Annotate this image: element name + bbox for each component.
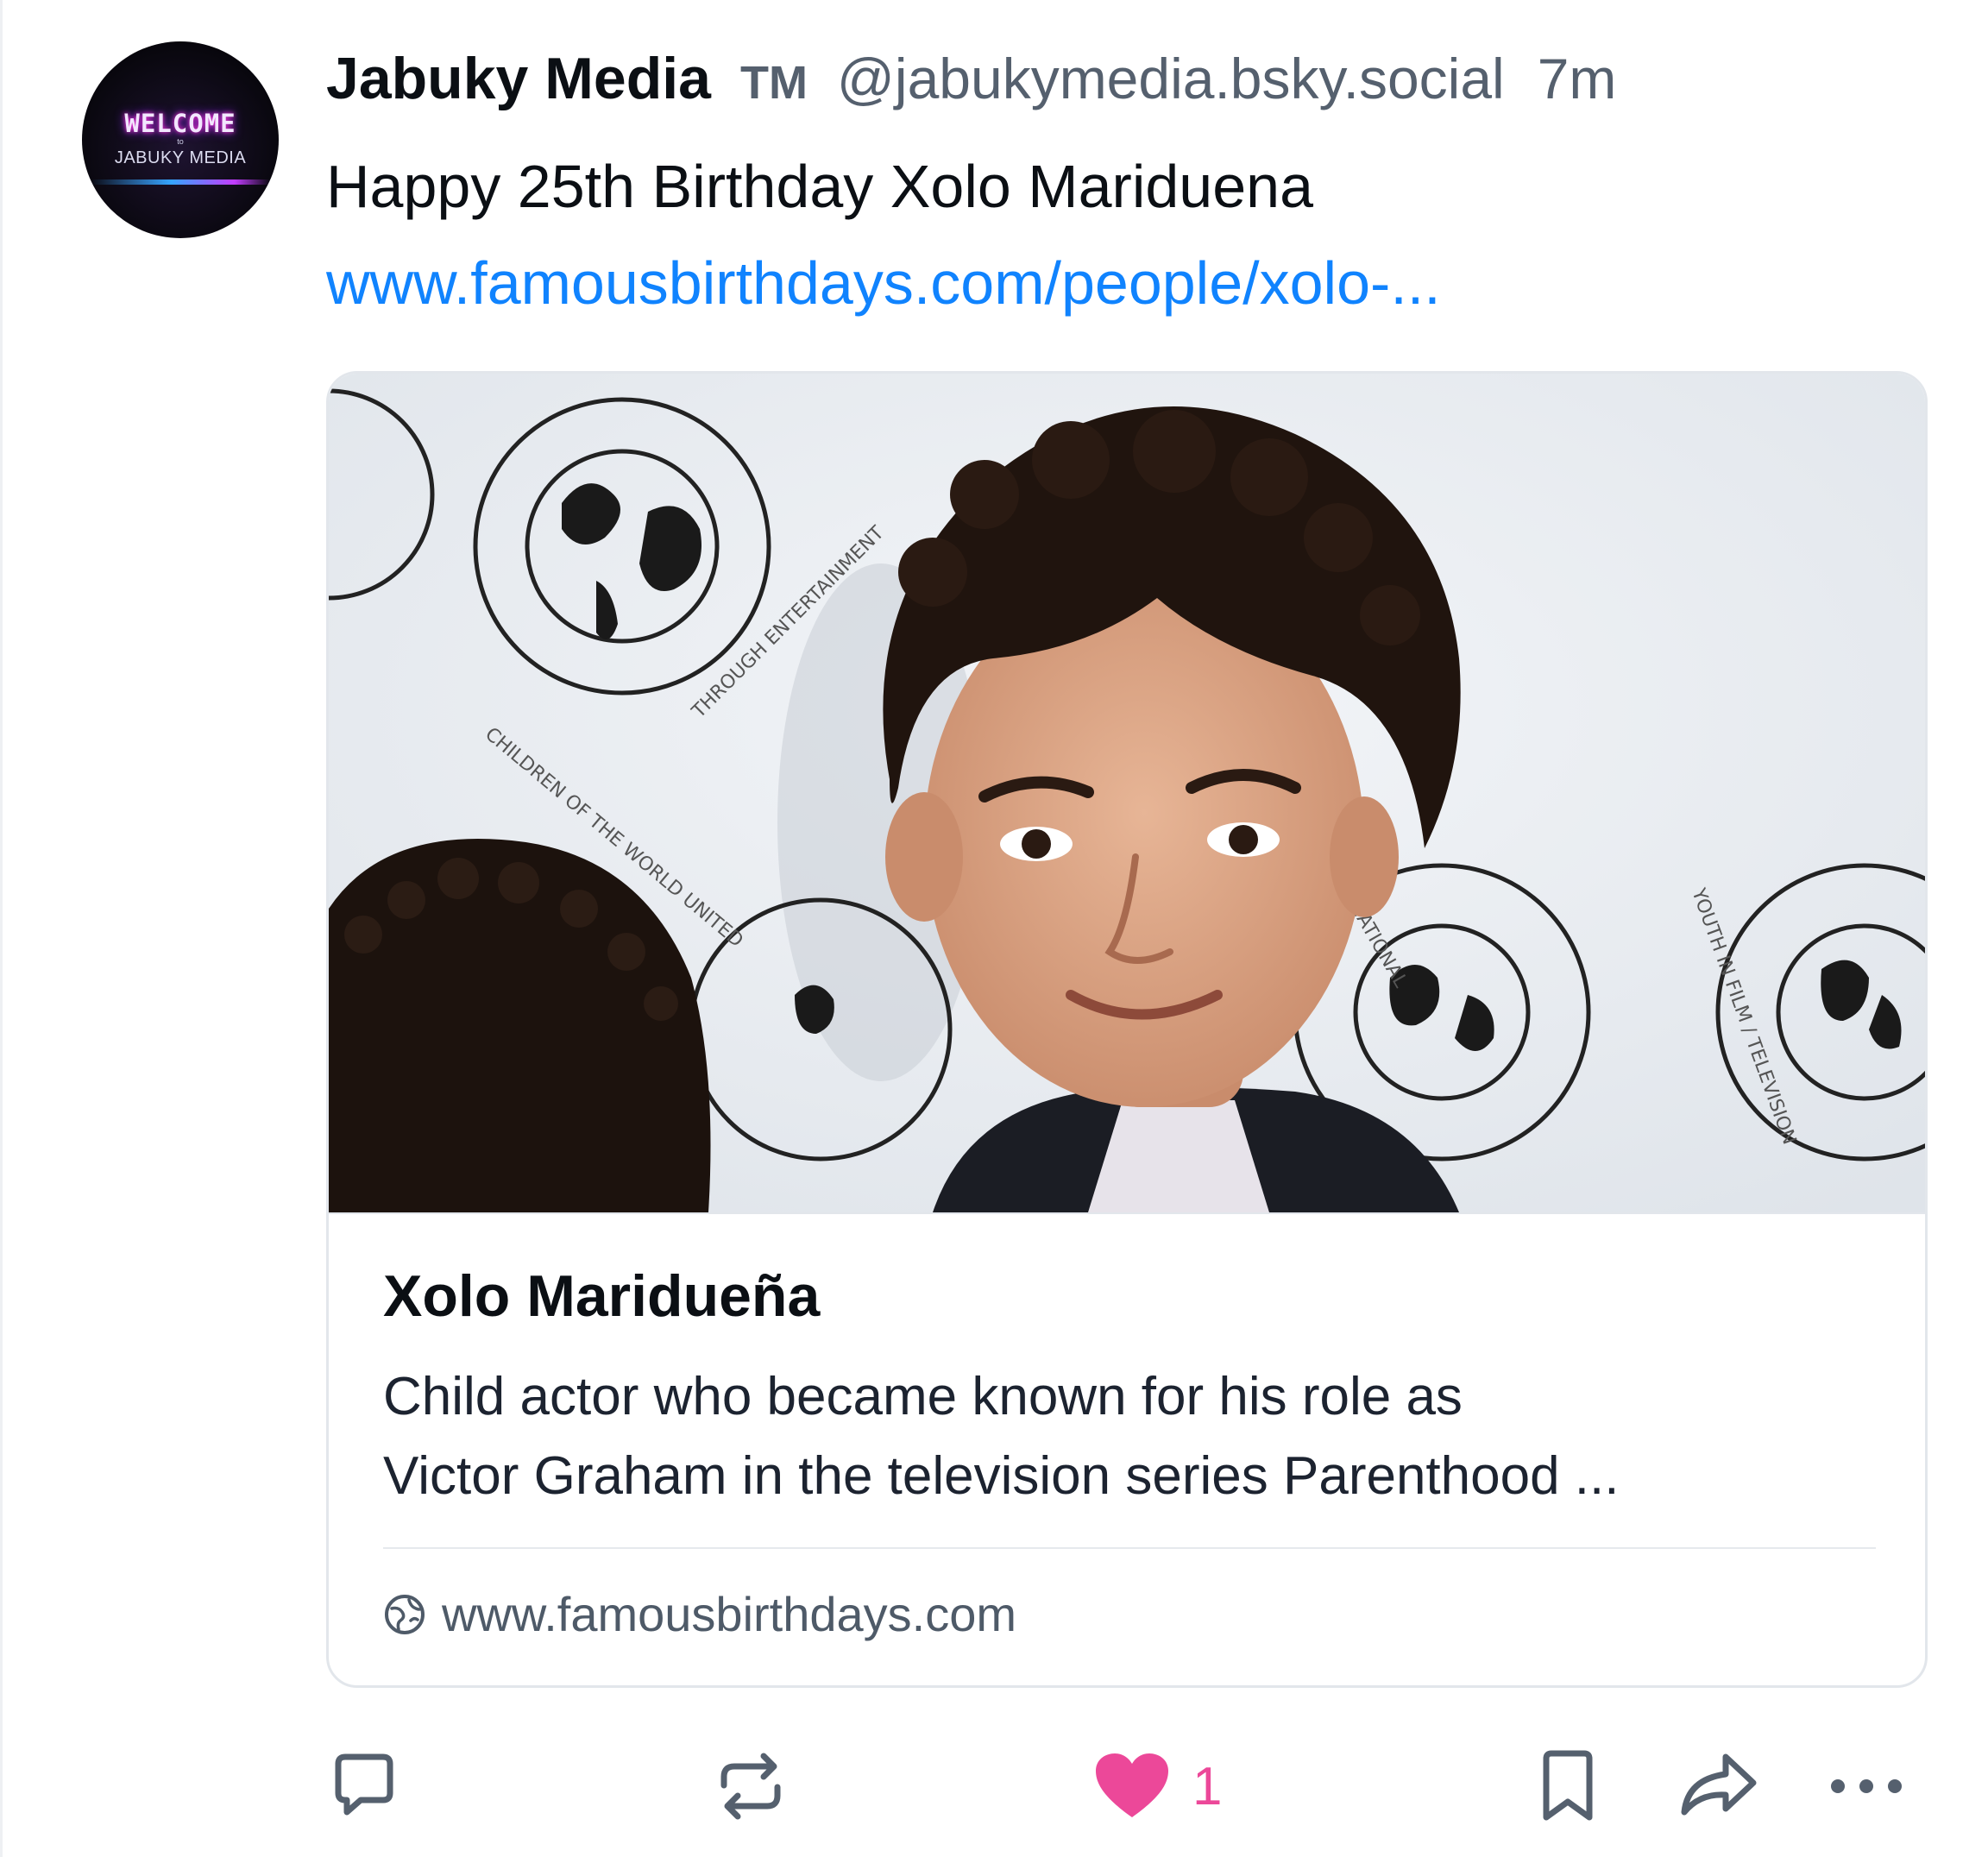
bookmark-button[interactable] [1538, 1743, 1598, 1829]
like-count: 1 [1192, 1756, 1223, 1816]
avatar-to-text: to [177, 137, 184, 146]
link-card-description-line: Child actor who became known for his rol… [383, 1367, 1463, 1426]
card-divider [383, 1547, 1876, 1549]
share-icon [1681, 1753, 1757, 1816]
post-text: Happy 25th Birthday Xolo Mariduena [326, 153, 1314, 220]
more-icon [1831, 1779, 1902, 1793]
author-handle[interactable]: @jabukymedia.bsky.social [837, 46, 1505, 111]
bookmark-icon [1543, 1750, 1593, 1821]
left-border [0, 0, 3, 1857]
like-button[interactable]: 1 [1094, 1743, 1222, 1829]
avatar-glow-line [91, 179, 270, 185]
post-actions: 1 [0, 1743, 1988, 1829]
link-card-domain: www.famousbirthdays.com [442, 1587, 1017, 1641]
post-header: Jabuky Media TM @jabukymedia.bsky.social… [326, 45, 1616, 114]
reply-button[interactable] [326, 1743, 402, 1829]
author-badge: TM [739, 57, 808, 109]
post-timestamp[interactable]: 7m [1538, 46, 1617, 111]
author-avatar[interactable]: WELCOME to JABUKY MEDIA [82, 41, 279, 238]
portrait-photo: CHILDREN OF THE WORLD UNITED THROUGH ENT… [329, 374, 1925, 1212]
author-display-name[interactable]: Jabuky Media [326, 45, 711, 112]
link-card-domain-row: www.famousbirthdays.com [383, 1586, 1016, 1642]
link-card-description-line: Victor Graham in the television series P… [383, 1446, 1620, 1506]
link-card[interactable]: CHILDREN OF THE WORLD UNITED THROUGH ENT… [326, 371, 1928, 1688]
reply-icon [335, 1753, 393, 1816]
repost-button[interactable] [712, 1743, 790, 1829]
post-link[interactable]: www.famousbirthdays.com/people/xolo-... [326, 249, 1441, 318]
link-card-title[interactable]: Xolo Maridueña [383, 1262, 820, 1330]
card-image-divider [329, 1212, 1925, 1214]
link-card-image[interactable]: CHILDREN OF THE WORLD UNITED THROUGH ENT… [329, 374, 1925, 1212]
repost-icon [720, 1753, 781, 1820]
share-button[interactable] [1677, 1743, 1760, 1829]
link-card-description: Child actor who became known for his rol… [383, 1357, 1884, 1516]
avatar-brand-text: JABUKY MEDIA [114, 148, 247, 167]
avatar-welcome-text: WELCOME [124, 109, 236, 138]
heart-icon [1096, 1753, 1168, 1817]
globe-icon [385, 1594, 425, 1634]
more-button[interactable] [1828, 1743, 1905, 1829]
